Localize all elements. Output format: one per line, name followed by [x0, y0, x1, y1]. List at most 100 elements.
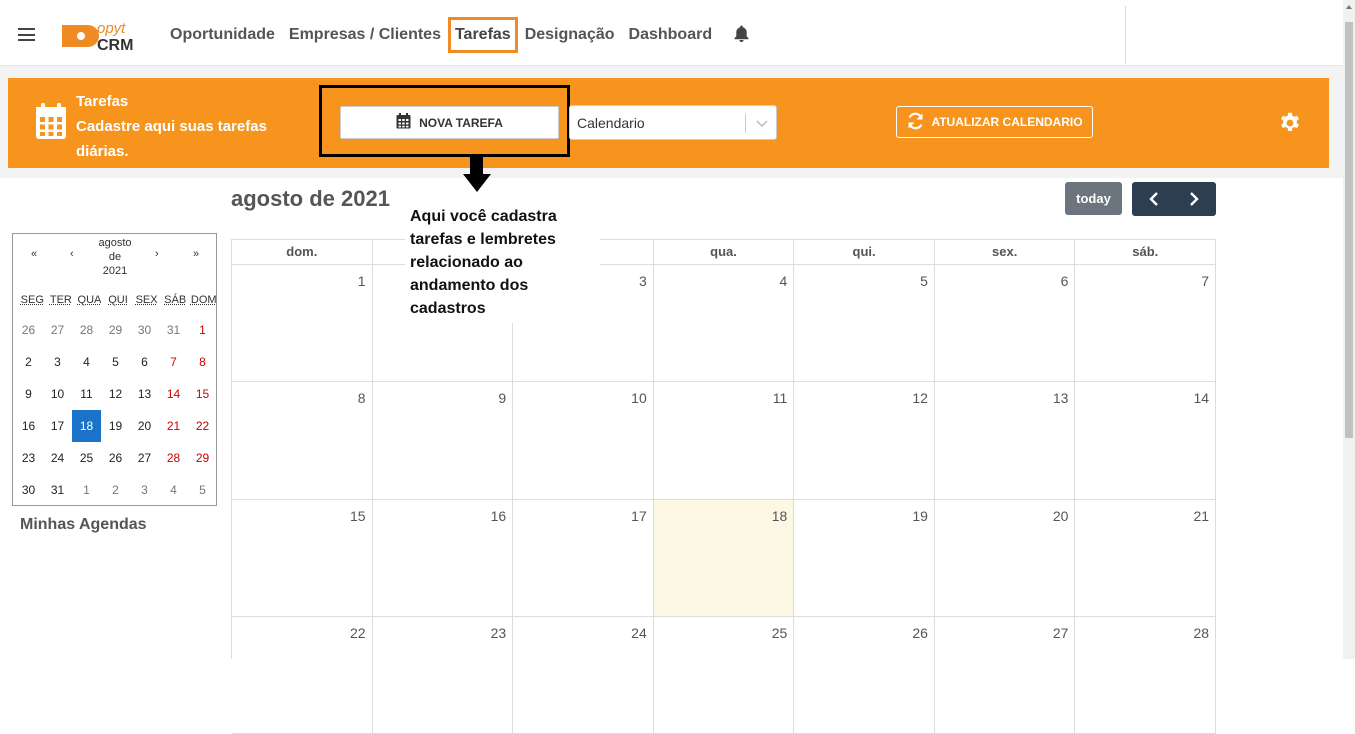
mini-day-cell[interactable]: 1	[72, 474, 101, 506]
calendar-day-number[interactable]: 28	[1193, 625, 1209, 641]
mini-day-cell[interactable]: 28	[159, 442, 188, 474]
calendar-day-number[interactable]: 25	[772, 625, 788, 641]
calendar-day-number[interactable]: 24	[631, 625, 647, 641]
calendar-day-cell[interactable]: 20	[934, 499, 1076, 617]
calendar-day-cell[interactable]: 7	[1075, 265, 1217, 383]
mini-day-cell[interactable]: 13	[130, 378, 159, 410]
calendar-select[interactable]: Calendario	[569, 105, 777, 140]
calendar-day-cell[interactable]: 17	[513, 499, 654, 617]
nav-empresas-clientes[interactable]: Empresas / Clientes	[289, 24, 441, 46]
mini-day-cell[interactable]: 31	[43, 474, 72, 506]
mini-day-cell[interactable]: 27	[43, 314, 72, 346]
mini-day-cell[interactable]: 25	[72, 442, 101, 474]
mini-day-cell[interactable]: 17	[43, 410, 72, 442]
calendar-day-cell[interactable]: 21	[1075, 499, 1217, 617]
mini-day-cell[interactable]: 20	[130, 410, 159, 442]
calendar-day-cell[interactable]: 22	[232, 616, 373, 734]
calendar-day-cell[interactable]: 13	[934, 382, 1076, 500]
calendar-day-cell[interactable]: 8	[232, 382, 373, 500]
calendar-day-cell[interactable]: 28	[1075, 616, 1217, 734]
calendar-day-cell[interactable]: 27	[934, 616, 1076, 734]
calendar-day-cell[interactable]: 1	[232, 265, 373, 383]
calendar-day-cell[interactable]: 25	[653, 616, 795, 734]
mini-day-cell[interactable]: 16	[14, 410, 43, 442]
mini-day-cell[interactable]: 4	[159, 474, 188, 506]
mini-day-cell[interactable]: 23	[14, 442, 43, 474]
calendar-day-cell[interactable]: 11	[653, 382, 795, 500]
calendar-day-number[interactable]: 7	[1201, 273, 1209, 289]
calendar-day-number[interactable]: 13	[1053, 390, 1069, 406]
calendar-day-number[interactable]: 1	[358, 273, 366, 289]
mini-day-cell[interactable]: 6	[130, 346, 159, 378]
mini-day-cell[interactable]: 29	[101, 314, 130, 346]
calendar-day-cell[interactable]: 24	[513, 616, 654, 734]
mini-day-cell[interactable]: 3	[130, 474, 159, 506]
mini-day-cell[interactable]: 5	[188, 474, 217, 506]
mini-day-cell[interactable]: 9	[14, 378, 43, 410]
mini-day-cell[interactable]: 1	[188, 314, 217, 346]
calendar-day-number[interactable]: 21	[1193, 508, 1209, 524]
calendar-day-number[interactable]: 3	[639, 273, 647, 289]
mini-day-cell[interactable]: 24	[43, 442, 72, 474]
mini-day-cell[interactable]: 29	[188, 442, 217, 474]
prev-month-button[interactable]: ‹	[70, 248, 74, 260]
calendar-day-cell[interactable]: 12	[794, 382, 935, 500]
calendar-day-number[interactable]: 17	[631, 508, 647, 524]
mini-day-cell[interactable]: 26	[14, 314, 43, 346]
calendar-day-number[interactable]: 18	[772, 508, 788, 524]
calendar-day-cell[interactable]: 4	[653, 265, 795, 383]
menu-icon[interactable]	[18, 28, 35, 41]
mini-day-cell[interactable]: 27	[130, 442, 159, 474]
mini-day-cell[interactable]: 31	[159, 314, 188, 346]
calendar-day-number[interactable]: 26	[912, 625, 928, 641]
calendar-day-number[interactable]: 4	[780, 273, 788, 289]
mini-day-cell[interactable]: 30	[130, 314, 159, 346]
nav-dashboard[interactable]: Dashboard	[629, 24, 713, 46]
mini-day-cell[interactable]: 22	[188, 410, 217, 442]
mini-day-cell[interactable]: 8	[188, 346, 217, 378]
mini-day-cell[interactable]: 14	[159, 378, 188, 410]
calendar-day-number[interactable]: 27	[1053, 625, 1069, 641]
calendar-day-cell[interactable]: 23	[372, 616, 514, 734]
mini-day-cell[interactable]: 10	[43, 378, 72, 410]
mini-calendar-month[interactable]: agosto de 2021	[83, 236, 147, 278]
mini-day-cell[interactable]: 2	[101, 474, 130, 506]
nav-tarefas[interactable]: Tarefas	[448, 17, 518, 53]
next-year-button[interactable]: »	[193, 248, 199, 260]
calendar-day-number[interactable]: 20	[1053, 508, 1069, 524]
mini-day-cell[interactable]: 30	[14, 474, 43, 506]
calendar-day-number[interactable]: 22	[350, 625, 366, 641]
mini-day-cell[interactable]: 7	[159, 346, 188, 378]
calendar-day-cell[interactable]: 18	[653, 499, 795, 617]
calendar-day-number[interactable]: 14	[1193, 390, 1209, 406]
next-month-icon[interactable]	[1174, 182, 1216, 216]
calendar-day-number[interactable]: 10	[631, 390, 647, 406]
bell-icon[interactable]	[734, 25, 749, 47]
calendar-day-cell[interactable]: 14	[1075, 382, 1217, 500]
calendar-day-cell[interactable]: 5	[794, 265, 935, 383]
logo[interactable]: opyt CRM	[61, 16, 145, 54]
mini-day-cell[interactable]: 21	[159, 410, 188, 442]
mini-day-cell[interactable]: 11	[72, 378, 101, 410]
calendar-day-cell[interactable]: 9	[372, 382, 514, 500]
calendar-day-cell[interactable]: 6	[934, 265, 1076, 383]
prev-year-button[interactable]: «	[31, 248, 37, 260]
mini-day-cell[interactable]: 12	[101, 378, 130, 410]
calendar-day-cell[interactable]: 19	[794, 499, 935, 617]
gear-icon[interactable]	[1279, 112, 1301, 139]
calendar-day-number[interactable]: 9	[498, 390, 506, 406]
calendar-day-number[interactable]: 19	[912, 508, 928, 524]
mini-day-cell[interactable]: 28	[72, 314, 101, 346]
nav-designacao[interactable]: Designação	[525, 24, 615, 46]
next-month-button[interactable]: ›	[155, 248, 159, 260]
calendar-day-cell[interactable]: 16	[372, 499, 514, 617]
scrollbar[interactable]	[1343, 0, 1355, 659]
prev-month-icon[interactable]	[1132, 182, 1174, 216]
mini-day-cell[interactable]: 19	[101, 410, 130, 442]
nav-oportunidade[interactable]: Oportunidade	[170, 24, 275, 46]
calendar-day-number[interactable]: 15	[350, 508, 366, 524]
mini-day-cell[interactable]: 15	[188, 378, 217, 410]
calendar-day-number[interactable]: 11	[773, 390, 788, 406]
calendar-day-cell[interactable]: 10	[513, 382, 654, 500]
calendar-day-number[interactable]: 5	[920, 273, 928, 289]
